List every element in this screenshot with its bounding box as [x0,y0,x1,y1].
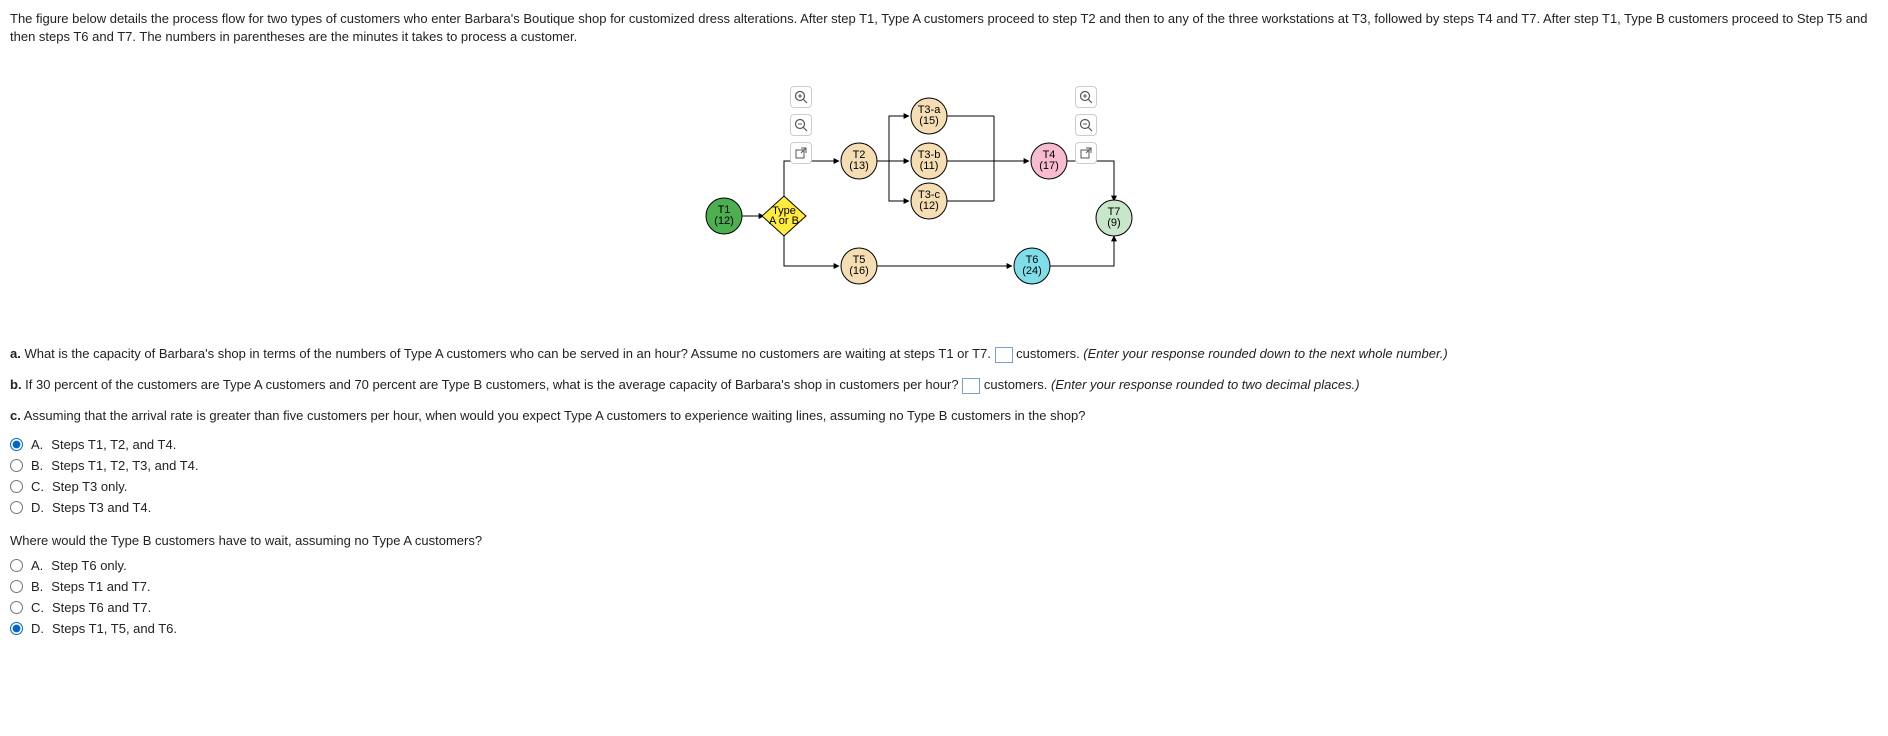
zoom-out-icon[interactable] [1075,114,1097,136]
question-c-text1: Assuming that the arrival rate is greate… [21,408,1086,423]
option-text: Steps T1, T5, and T6. [52,621,177,636]
options-d: A. Step T6 only. B. Steps T1 and T7. C. Steps… [10,558,1878,636]
option-text: Steps T6 and T7. [52,600,151,615]
option-letter: B. [31,579,43,594]
radio-qc-c[interactable] [10,480,23,493]
radio-qd-a[interactable] [10,559,23,572]
answer-input-b[interactable] [962,378,980,394]
option-text: Steps T1, T2, T3, and T4. [51,458,198,473]
radio-qd-d[interactable] [10,622,23,635]
option-qc-c: C. Step T3 only. [10,479,1878,494]
option-qd-a: A. Step T6 only. [10,558,1878,573]
zoom-out-icon[interactable] [790,114,812,136]
question-b-text1: If 30 percent of the customers are Type … [22,377,963,392]
node-t2-time: (13) [849,160,869,172]
diagram-tools-right [1075,86,1097,164]
option-qd-b: B. Steps T1 and T7. [10,579,1878,594]
option-qc-a: A. Steps T1, T2, and T4. [10,437,1878,452]
option-qd-c: C. Steps T6 and T7. [10,600,1878,615]
popout-icon[interactable] [1075,142,1097,164]
option-letter: D. [31,621,44,636]
option-text: Steps T3 and T4. [52,500,151,515]
answer-input-a[interactable] [995,347,1013,363]
question-b-prefix: b. [10,377,22,392]
option-qc-b: B. Steps T1, T2, T3, and T4. [10,458,1878,473]
node-t1-time: (12) [714,215,734,227]
intro-text: The figure below details the process flo… [10,10,1878,46]
diagram-tools-left [790,86,812,164]
popout-icon[interactable] [790,142,812,164]
options-c: A. Steps T1, T2, and T4. B. Steps T1, T2, T… [10,437,1878,515]
option-letter: B. [31,458,43,473]
option-letter: A. [31,437,43,452]
node-t3c-time: (12) [919,200,939,212]
question-a-prefix: a. [10,346,21,361]
zoom-in-icon[interactable] [1075,86,1097,108]
node-t7-time: (9) [1107,217,1120,229]
node-t4-time: (17) [1039,160,1059,172]
node-t6-time: (24) [1022,265,1042,277]
question-c: c. Assuming that the arrival rate is gre… [10,408,1878,423]
radio-qc-b[interactable] [10,459,23,472]
radio-qd-b[interactable] [10,580,23,593]
question-a-text1: What is the capacity of Barbara's shop i… [21,346,995,361]
question-b-text2: customers. [980,377,1051,392]
question-c-prefix: c. [10,408,21,423]
node-t5-time: (16) [849,265,869,277]
option-text: Steps T1, T2, and T4. [51,437,176,452]
node-t3b-time: (11) [920,160,939,172]
option-text: Steps T1 and T7. [51,579,150,594]
sub-question: Where would the Type B customers have to… [10,533,1878,548]
radio-qd-c[interactable] [10,601,23,614]
option-letter: D. [31,500,44,515]
question-a-text2: customers. [1013,346,1084,361]
zoom-in-icon[interactable] [790,86,812,108]
option-qd-d: D. Steps T1, T5, and T6. [10,621,1878,636]
option-text: Step T6 only. [51,558,126,573]
option-letter: C. [31,479,44,494]
option-text: Step T3 only. [52,479,127,494]
option-letter: A. [31,558,43,573]
decision-line2: A or B [769,215,799,227]
node-t3a-time: (15) [919,115,939,127]
option-qc-d: D. Steps T3 and T4. [10,500,1878,515]
process-flow-diagram: T1 (12) Type A or B T2 (13) T3-a (15) T3… [10,66,1878,306]
radio-qc-a[interactable] [10,438,23,451]
option-letter: C. [31,600,44,615]
question-a-hint: (Enter your response rounded down to the… [1083,346,1447,361]
question-a: a. What is the capacity of Barbara's sho… [10,346,1878,363]
question-b-hint: (Enter your response rounded to two deci… [1051,377,1360,392]
question-b: b. If 30 percent of the customers are Ty… [10,377,1878,394]
radio-qc-d[interactable] [10,501,23,514]
